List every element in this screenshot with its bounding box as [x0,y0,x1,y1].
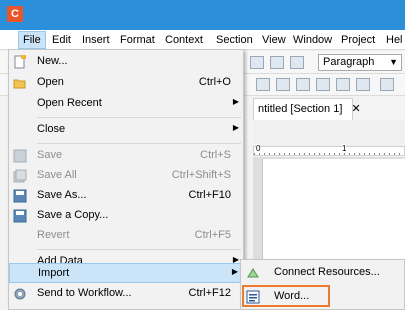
submenu-arrow-icon: ▶ [232,97,239,106]
toolbar-tool-icon[interactable] [276,78,290,91]
menu-item-new[interactable]: New... [9,52,243,72]
menu-view[interactable]: View [262,33,286,48]
import-submenu: Connect Resources... Word... [240,259,405,310]
menu-item-open-recent[interactable]: Open Recent ▶ [9,94,243,114]
menu-item-label: Connect Resources... [274,266,380,278]
menu-item-label: New... [37,55,68,67]
menu-item-label: Save [37,149,63,161]
menu-item-shortcut: Ctrl+F5 [194,229,231,241]
app-logo-icon: C [7,6,23,22]
menu-item-shortcut: Ctrl+Shift+S [171,169,231,181]
menu-file[interactable]: File [18,31,46,49]
menu-item-shortcut: Ctrl+O [198,76,231,88]
menu-item-send-to-workflow[interactable]: Send to Workflow... Ctrl+F12 [9,284,243,304]
menu-item-shortcut: Ctrl+F10 [188,189,232,201]
menu-item-shortcut: Ctrl+F12 [188,287,232,299]
menu-section[interactable]: Section [216,33,253,48]
toolbar-tool-icon[interactable] [256,78,270,91]
new-document-icon [14,55,26,69]
menu-item-label: Revert [37,229,70,241]
chevron-down-icon: ▼ [389,57,398,67]
menu-item-label: Save As... [37,189,87,201]
save-as-icon [13,189,27,203]
menu-separator [37,249,241,250]
menu-item-save-as[interactable]: Save As... Ctrl+F10 [9,186,243,206]
toolbar-tool-icon[interactable] [290,56,304,69]
toolbar-tool-icon[interactable] [380,78,394,91]
submenu-arrow-icon: ▶ [232,123,239,132]
menu-separator [37,117,241,118]
menu-format[interactable]: Format [120,33,155,48]
toolbar-tool-icon[interactable] [270,56,284,69]
word-callout-highlight [242,285,330,307]
paragraph-style-value: Paragraph [323,56,375,68]
menu-item-label: Save a Copy... [37,209,109,221]
menu-edit[interactable]: Edit [52,33,71,48]
horizontal-ruler: 0 1 [253,144,405,156]
toolbar-tool-icon[interactable] [296,78,310,91]
menu-item-label: Open Recent [37,97,102,109]
paragraph-style-select[interactable]: Paragraph ▼ [318,54,402,71]
ruler-mark: 1 [342,144,347,153]
menu-insert[interactable]: Insert [82,33,110,48]
menu-help[interactable]: Hel [386,33,403,48]
menu-item-label: Close [37,123,66,135]
save-all-icon [13,169,27,183]
toolbar-tool-icon[interactable] [356,78,370,91]
menu-bar: File Edit Insert Format Context Section … [0,30,405,50]
menu-separator [37,143,241,144]
toolbar-tool-icon[interactable] [250,56,264,69]
menu-project[interactable]: Project [341,33,375,48]
toolbar-tool-icon[interactable] [316,78,330,91]
menu-window[interactable]: Window [293,33,332,48]
menu-item-label: Import [38,267,70,279]
save-icon [13,149,27,163]
submenu-arrow-icon: ▶ [231,267,238,276]
panel-strip [253,120,405,146]
menu-item-revert[interactable]: Revert Ctrl+F5 [9,226,243,246]
menu-item-label: Save All [37,169,77,181]
menu-item-label: Open [37,76,64,88]
menu-item-label: Send to Workflow... [37,287,132,299]
menu-item-shortcut: Ctrl+S [200,149,231,161]
workflow-icon [14,288,26,300]
menu-item-connect-resources[interactable]: Connect Resources... [241,262,404,284]
ruler-mark: 0 [256,144,261,153]
menu-item-close[interactable]: Close ▶ [9,120,243,140]
menu-item-save-all[interactable]: Save All Ctrl+Shift+S [9,166,243,186]
toolbar-tool-icon[interactable] [336,78,350,91]
title-bar: C [0,0,405,30]
save-copy-icon [13,209,27,223]
menu-item-save[interactable]: Save Ctrl+S [9,146,243,166]
document-tab[interactable]: ntitled [Section 1] ✕ [253,98,361,120]
menu-context[interactable]: Context [165,33,203,48]
connect-resources-icon [247,268,259,278]
document-tab-title: ntitled [Section 1] [258,103,343,115]
close-icon[interactable]: ✕ [351,103,360,115]
file-menu: New... Open Ctrl+O Open Recent ▶ Close ▶… [8,49,244,310]
menu-item-save-copy[interactable]: Save a Copy... [9,206,243,226]
menu-item-open[interactable]: Open Ctrl+O [9,73,243,93]
menu-item-import[interactable]: Import ▶ [9,263,243,283]
open-folder-icon [13,79,26,89]
